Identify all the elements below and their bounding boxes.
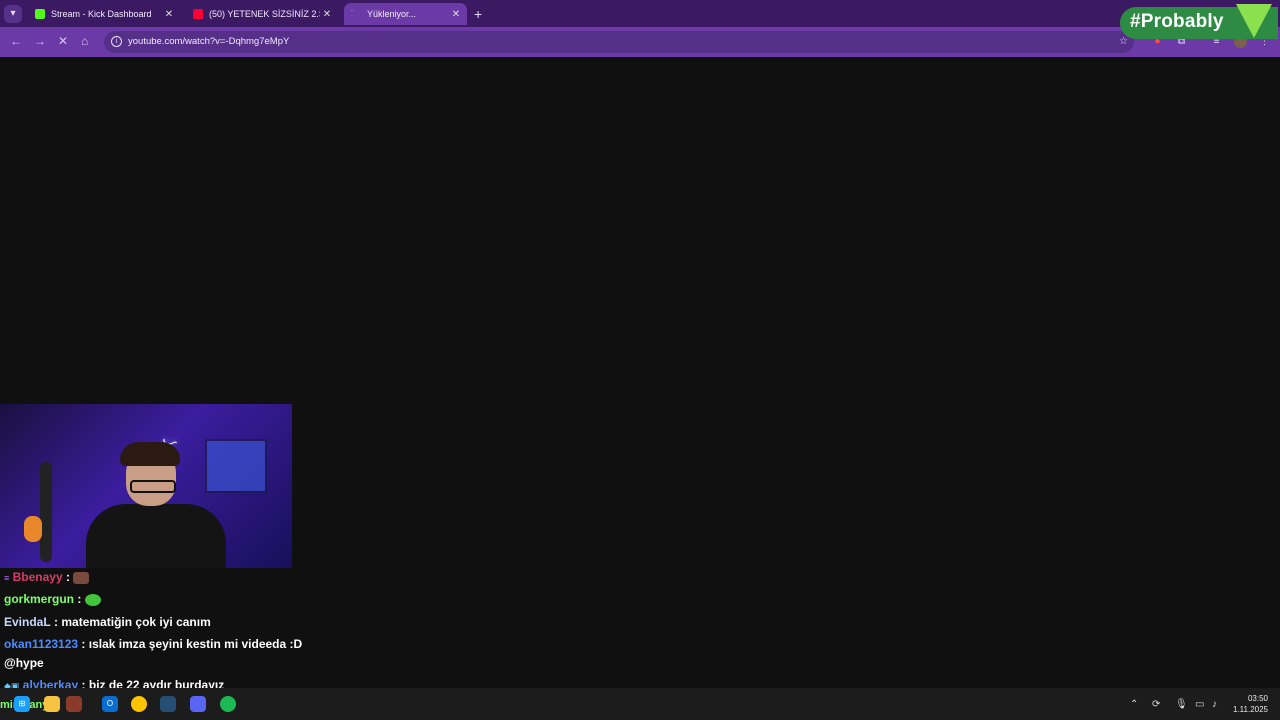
tab-title: (50) YETENEK SİZSİNİZ 2.Sİ VE A [209,9,320,19]
forward-icon[interactable]: → [34,34,46,48]
clock-time: 03:50 [1247,694,1268,703]
address-bar-area: ← → ✕ ⌂ i youtube.com/watch?v=-Dqhmg7eMp… [0,27,1280,57]
tray-chevron-icon[interactable]: ⌃ [1130,699,1138,710]
chat-message: EvindaL : matematiğin çok iyi canım [4,615,211,629]
emote-icon [84,593,101,606]
site-info-icon[interactable]: i [111,36,122,47]
chat-text: @hype [4,656,44,670]
chat-username: gorkmergun [4,592,75,606]
loading-icon: ˙ [351,9,354,18]
url-text: youtube.com/watch?v=-Dqhmg7eMpY [128,36,290,47]
emote-icon [73,571,90,584]
new-tab-button[interactable]: + [474,6,482,22]
background-window [205,439,267,493]
display-icon[interactable]: ▭ [1195,699,1204,710]
microphone-icon [40,462,52,562]
taskbar: mirkaanya ⊞ O ⌃ ⟳ 🎙 ▭ ♪ 03:50 1.11.2025 [0,688,1280,720]
tab-strip: ▾ Stream - Kick Dashboard ✕ (50) YETENEK… [0,0,1280,27]
chat-separator: : [77,592,82,606]
outlook-icon[interactable]: O [102,696,118,712]
chat-username: EvindaL [4,615,51,629]
probably-badge-text: #Probably [1130,11,1224,32]
steam-icon[interactable] [160,696,176,712]
chat-username: okan1123123 [4,637,79,651]
close-tab-icon[interactable]: ✕ [320,9,334,20]
tab-youtube-video[interactable]: (50) YETENEK SİZSİNİZ 2.Sİ VE A ✕ [186,3,338,25]
streamer-shirt [86,504,226,568]
microphone-arm-icon [24,516,42,542]
kick-icon [35,9,45,19]
chrome-icon[interactable] [131,696,147,712]
chat-separator: : [81,637,86,651]
sync-icon[interactable]: ⟳ [1152,699,1160,710]
tab-kick-dashboard[interactable]: Stream - Kick Dashboard ✕ [28,3,180,25]
discord-icon[interactable] [190,696,206,712]
volume-icon[interactable]: ♪ [1212,699,1217,710]
chat-overlay: ≡ Bbenayy : gorkmergun : EvindaL : matem… [0,568,302,692]
chat-separator: : [54,615,59,629]
badge-icon: ≡ [4,573,10,583]
streamer-glasses [130,480,176,493]
spotify-icon[interactable] [220,696,236,712]
file-explorer-icon[interactable] [44,696,60,712]
chat-message: gorkmergun : [4,592,101,606]
probably-logo-icon [1236,4,1272,38]
tab-search-menu-button[interactable]: ▾ [4,5,22,23]
tab-title: Stream - Kick Dashboard [51,9,152,19]
tab-title: Yükleniyor... [367,9,417,19]
thumbnail-icon[interactable] [66,696,82,712]
youtube-icon [193,9,203,19]
close-tab-icon[interactable]: ✕ [449,9,463,20]
chat-separator: : [65,570,70,584]
chat-username: Bbenayy [12,570,63,584]
microphone-tray-icon[interactable]: 🎙 [1175,699,1188,710]
windows-icon[interactable]: ⊞ [14,696,30,712]
chat-message: ≡ Bbenayy : [4,570,90,584]
home-icon[interactable]: ⌂ [81,34,88,48]
close-tab-icon[interactable]: ✕ [162,9,176,20]
chat-text: ıslak imza şeyini kestin mi videeda :D [88,637,303,651]
url-input[interactable]: i youtube.com/watch?v=-Dqhmg7eMpY [104,31,1134,53]
tab-loading[interactable]: ˙ Yükleniyor... ✕ [344,3,467,25]
chat-text: matematiğin çok iyi canım [61,615,211,629]
clock-date: 1.11.2025 [1233,705,1268,714]
chat-message: okan1123123 : ıslak imza şeyini kestin m… [4,637,302,651]
chat-message-continuation: @hype [4,656,44,670]
probably-badge: #Probably [1120,4,1278,39]
clock[interactable]: 03:50 1.11.2025 [1233,693,1268,715]
stop-loading-icon[interactable]: ✕ [58,34,68,48]
webcam-overlay: ⌇∽ [0,404,292,568]
streamer-hair [120,442,180,466]
back-icon[interactable]: ← [10,34,22,48]
